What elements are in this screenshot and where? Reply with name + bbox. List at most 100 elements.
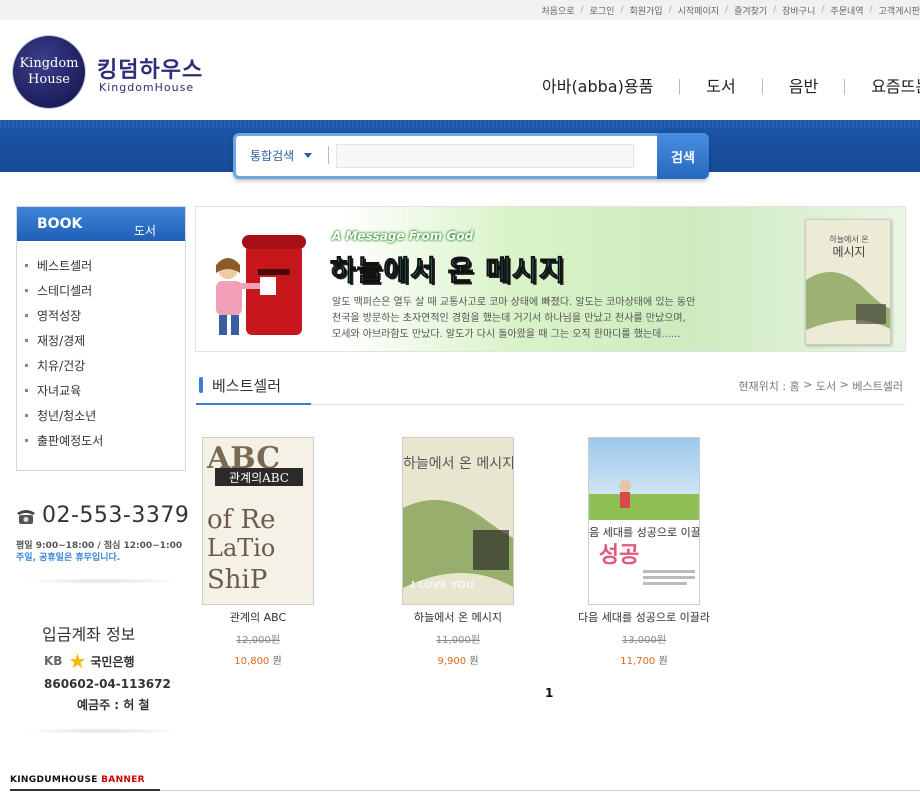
- product-name[interactable]: 하늘에서 온 메시지: [378, 609, 538, 625]
- utility-link[interactable]: 로그인: [575, 4, 615, 17]
- search-input[interactable]: [336, 144, 634, 168]
- utility-link[interactable]: 처음으로: [541, 4, 574, 17]
- book-category-item[interactable]: 영적성장: [25, 303, 185, 328]
- original-price: 12,000원: [235, 635, 281, 646]
- phone-number: 02-553-3379: [42, 503, 190, 528]
- svg-text:하늘에서 온: 하늘에서 온: [829, 234, 868, 244]
- search-scope-select[interactable]: 통합검색: [250, 147, 313, 164]
- book-category-label: 재정/경제: [37, 334, 86, 348]
- utility-link[interactable]: 시작페이지: [663, 4, 719, 17]
- promo-title: 하늘에서 온 메시지: [330, 254, 566, 288]
- main-nav: 아바(abba)용품 도서 음반 요즘뜨는책: [530, 77, 920, 97]
- pagination-current-page[interactable]: 1: [545, 686, 553, 700]
- nav-music[interactable]: 음반: [763, 77, 844, 97]
- search-box: 통합검색 검색: [233, 133, 709, 179]
- caret-down-icon: [304, 153, 313, 158]
- banner-heading-red: BANNER: [101, 775, 145, 785]
- cover-art-abc: ABC 관계의ABC of Re LaTio ShiP: [203, 438, 313, 604]
- book-category-item[interactable]: 치유/건강: [25, 353, 185, 378]
- utility-link[interactable]: 회원가입: [614, 4, 662, 17]
- product-cover[interactable]: 하늘에서 온 메시지 I LOVE YOU: [402, 437, 514, 605]
- product-card[interactable]: 하늘에서 온 메시지 I LOVE YOU 하늘에서 온 메시지 11,000원…: [378, 437, 538, 667]
- section-divider: [20, 728, 184, 734]
- kb-bank-logo: KB ★ 국민은행: [44, 651, 135, 671]
- section-rule: [311, 404, 905, 405]
- breadcrumb-item[interactable]: 도서: [816, 378, 836, 394]
- account-owner: 예금주 : 허 철: [77, 698, 150, 712]
- product-cover[interactable]: ABC 관계의ABC of Re LaTio ShiP: [202, 437, 314, 605]
- book-title-en: BOOK: [37, 216, 83, 232]
- bullet-icon: [25, 314, 28, 317]
- logo-english[interactable]: KingdomHouse: [99, 81, 194, 94]
- product-name[interactable]: 관계의 ABC: [178, 609, 338, 625]
- currency-unit: 원: [272, 656, 282, 667]
- original-price: 13,000원: [621, 635, 667, 646]
- section-divider: [20, 578, 184, 584]
- breadcrumb-item[interactable]: 현재위치 : 홈: [738, 378, 799, 394]
- book-category-item[interactable]: 재정/경제: [25, 328, 185, 353]
- banner-rule: [160, 790, 920, 791]
- account-title: 입금계좌 정보: [42, 625, 136, 644]
- bullet-icon: [25, 289, 28, 292]
- book-title-ko: 도서: [134, 224, 157, 238]
- currency-unit: 원: [658, 656, 668, 667]
- utility-link[interactable]: 주문내역: [815, 4, 863, 17]
- bullet-icon: [25, 439, 28, 442]
- book-category-label: 스테디셀러: [37, 284, 93, 298]
- utility-link[interactable]: 고객게시판: [864, 4, 920, 17]
- cover-art-next-generation: 다음 세대를 성공으로 이끌라 성공: [589, 438, 699, 604]
- bullet-icon: [25, 414, 28, 417]
- bullet-icon: [25, 389, 28, 392]
- book-category-item[interactable]: 청년/청소년: [25, 403, 185, 428]
- bullet-icon: [25, 364, 28, 367]
- svg-text:메시지: 메시지: [832, 245, 865, 259]
- logo-korean[interactable]: 킹덤하우스: [97, 52, 203, 84]
- kb-text: KB: [44, 654, 63, 668]
- section-marker: [199, 377, 203, 393]
- book-category-list: 베스트셀러스테디셀러영적성장재정/경제치유/건강 자녀교육 청년/청소년 출판예정도서: [17, 241, 185, 453]
- promo-book-cover: 하늘에서 온 메시지: [805, 219, 891, 345]
- book-box-header: BOOK 도서: [17, 207, 185, 241]
- breadcrumb: 현재위치 : 홈 > 도서 > 베스트셀러: [738, 378, 903, 394]
- sale-price: 10,800 원: [178, 652, 338, 667]
- nav-abba[interactable]: 아바(abba)용품: [530, 77, 679, 97]
- product-card[interactable]: 다음 세대를 성공으로 이끌라 성공 다음 세대를 성공으로 이끌라 13,00…: [564, 437, 724, 667]
- search-divider: [328, 146, 329, 164]
- sale-price-value: 11,700: [620, 656, 656, 667]
- book-category-item[interactable]: 출판예정도서: [25, 428, 185, 453]
- promo-cover-art: 하늘에서 온 메시지: [806, 220, 890, 344]
- sale-price-value: 9,900: [437, 656, 467, 667]
- account-number: 860602-04-113672: [44, 677, 171, 691]
- product-name[interactable]: 다음 세대를 성공으로 이끌라: [564, 609, 724, 625]
- banner-heading: KINGDUMHOUSE BANNER: [10, 775, 145, 785]
- product-card[interactable]: ABC 관계의ABC of Re LaTio ShiP 관계의 ABC 12,0…: [178, 437, 338, 667]
- breadcrumb-separator: >: [799, 378, 816, 391]
- book-category-item[interactable]: 스테디셀러: [25, 278, 185, 303]
- utility-link[interactable]: 즐겨찾기: [719, 4, 767, 17]
- section-title: 베스트셀러: [212, 377, 282, 395]
- logo-line2: House: [28, 72, 70, 87]
- kb-star-icon: ★: [68, 649, 87, 673]
- bank-name: 국민은행: [90, 654, 135, 669]
- logo-line1: Kingdom: [19, 56, 79, 71]
- search-button[interactable]: 검색: [657, 133, 709, 179]
- cover-title: 관계의ABC: [229, 471, 289, 485]
- cover-art-message: 하늘에서 온 메시지 I LOVE YOU: [403, 438, 513, 604]
- original-price: 11,000원: [435, 635, 481, 646]
- book-category-item[interactable]: 베스트셀러: [25, 253, 185, 278]
- logo-emblem[interactable]: Kingdom House: [13, 36, 85, 108]
- svg-text:I LOVE YOU: I LOVE YOU: [411, 580, 474, 591]
- promo-text-line: 천국을 방문하는 초자연적인 경험을 했는데 거기서 하나님을 만났고 천사를 …: [332, 313, 686, 324]
- mailbox-girl-illustration: [216, 235, 306, 335]
- section-underline: [196, 403, 311, 405]
- nav-trending[interactable]: 요즘뜨는책: [845, 77, 920, 97]
- promo-eyebrow: A Message From God: [332, 229, 474, 243]
- book-category-item[interactable]: 자녀교육: [25, 378, 185, 403]
- product-cover[interactable]: 다음 세대를 성공으로 이끌라 성공: [588, 437, 700, 605]
- search-scope-label: 통합검색: [250, 149, 295, 163]
- promo-banner[interactable]: A Message From God 하늘에서 온 메시지 알도 맥퍼슨은 열두…: [195, 206, 906, 352]
- nav-books[interactable]: 도서: [680, 77, 761, 97]
- utility-link[interactable]: 장바구니: [767, 4, 815, 17]
- sale-price-value: 10,800: [234, 656, 270, 667]
- svg-text:LaTio: LaTio: [207, 534, 275, 562]
